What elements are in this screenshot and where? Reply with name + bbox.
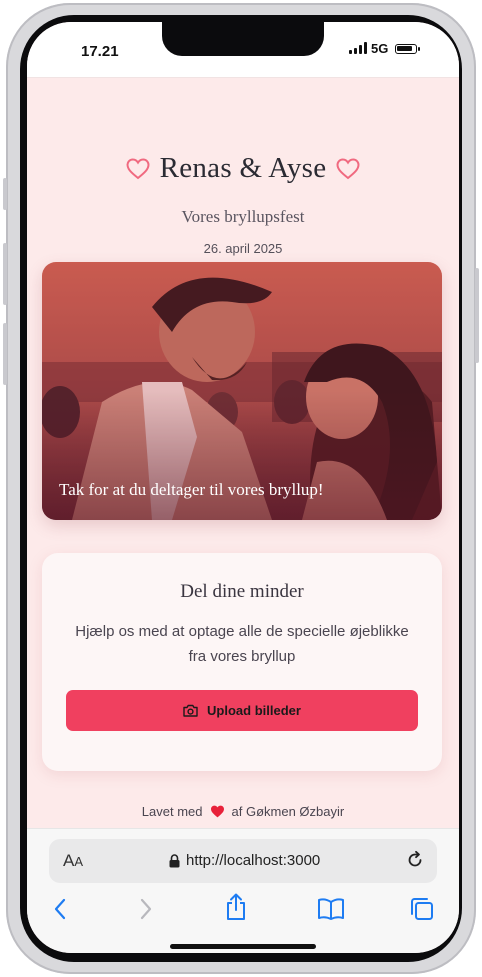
screen: 17.21 5G Renas & Ayse Vores bryllupsfest… xyxy=(27,22,459,953)
footer-suffix: af Gøkmen Øzbayir xyxy=(231,804,345,819)
heart-outline-icon xyxy=(126,157,150,179)
title-row: Renas & Ayse xyxy=(27,152,459,185)
network-label: 5G xyxy=(371,41,389,56)
page-title: Renas & Ayse xyxy=(159,152,327,184)
back-icon xyxy=(54,898,66,920)
tabs-icon xyxy=(411,898,433,920)
home-indicator xyxy=(170,944,316,949)
bookmarks-icon xyxy=(318,898,344,920)
heart-outline-icon xyxy=(336,157,360,179)
upload-photos-button[interactable]: Upload billeder xyxy=(66,690,418,731)
address-bar[interactable]: AA http://localhost:3000 xyxy=(49,839,437,883)
battery-icon xyxy=(395,44,420,54)
status-bar: 17.21 5G xyxy=(27,22,459,78)
share-memories-card: Del dine minder Hjælp os med at optage a… xyxy=(42,553,442,771)
forward-icon xyxy=(140,898,152,920)
volume-up-button xyxy=(3,243,7,305)
page-subtitle: Vores bryllupsfest xyxy=(181,207,305,226)
reload-icon[interactable] xyxy=(405,850,425,870)
browser-nav xyxy=(27,893,459,927)
page-content: Renas & Ayse Vores bryllupsfest 26. apri… xyxy=(27,79,459,829)
bookmarks-button[interactable] xyxy=(317,897,345,926)
notch xyxy=(162,22,324,56)
browser-toolbar: AA http://localhost:3000 xyxy=(27,828,459,953)
camera-icon xyxy=(183,704,198,717)
text-size-button[interactable]: AA xyxy=(63,851,83,871)
volume-down-button xyxy=(3,323,7,385)
photo-caption: Tak for at du deltager til vores bryllup… xyxy=(59,480,324,499)
forward-button[interactable] xyxy=(139,897,153,926)
signal-icon xyxy=(349,42,367,54)
card-description: Hjælp os med at optage alle de specielle… xyxy=(75,623,409,665)
lock-icon xyxy=(169,853,180,867)
footer: Lavet med af Gøkmen Øzbayir xyxy=(27,804,459,819)
power-button xyxy=(475,268,479,363)
status-time: 17.21 xyxy=(81,43,119,60)
card-title: Del dine minder xyxy=(180,581,304,602)
upload-button-label: Upload billeder xyxy=(207,703,301,718)
footer-prefix: Lavet med xyxy=(141,804,203,819)
share-button[interactable] xyxy=(225,893,247,926)
tabs-button[interactable] xyxy=(410,897,434,926)
couple-photo: Tak for at du deltager til vores bryllup… xyxy=(42,262,442,520)
heart-icon xyxy=(210,805,224,818)
url-display[interactable]: http://localhost:3000 xyxy=(169,852,320,869)
back-button[interactable] xyxy=(53,897,67,926)
share-icon xyxy=(227,893,245,920)
url-text: http://localhost:3000 xyxy=(186,852,321,869)
mute-switch xyxy=(3,178,7,210)
wedding-date: 26. april 2025 xyxy=(203,241,283,256)
